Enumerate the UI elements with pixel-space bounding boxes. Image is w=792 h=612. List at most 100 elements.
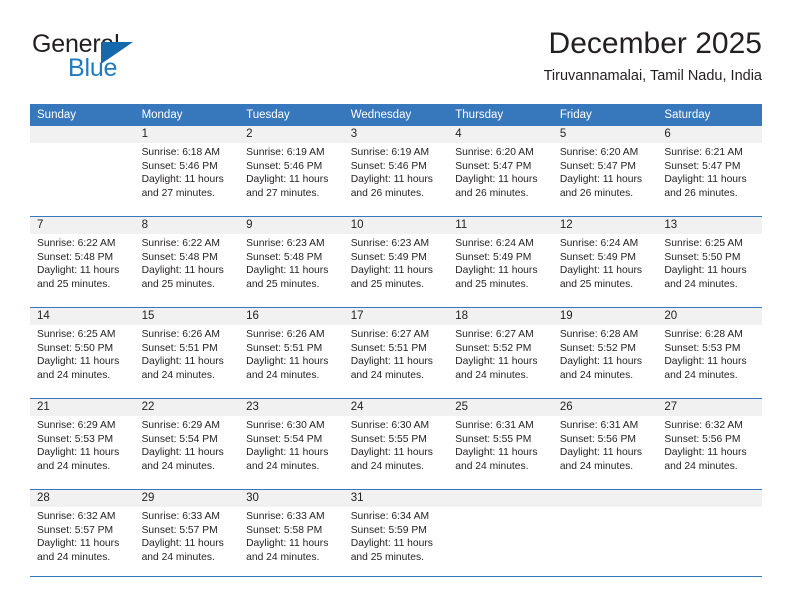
calendar-day-cell[interactable]: 13 Sunrise: 6:25 AM Sunset: 5:50 PM Dayligh… bbox=[657, 216, 762, 308]
day-cell-inner: 13 Sunrise: 6:25 AM Sunset: 5:50 PM Dayligh… bbox=[657, 217, 762, 307]
daylight-text-line2: and 24 minutes. bbox=[350, 369, 424, 381]
day-detail-lines: Sunrise: 6:28 AM Sunset: 5:53 PM Daylight:… bbox=[657, 325, 762, 382]
day-cell-inner: 14 Sunrise: 6:25 AM Sunset: 5:50 PM Dayligh… bbox=[30, 308, 135, 398]
daylight-text-line2: and 24 minutes. bbox=[350, 460, 424, 472]
calendar-day-cell[interactable]: 5 Sunrise: 6:20 AM Sunset: 5:47 PM Daylight… bbox=[552, 126, 658, 217]
daylight-text-line1: Daylight: 11 hours bbox=[455, 356, 538, 368]
day-detail-lines: Sunrise: 6:22 AM Sunset: 5:48 PM Daylight:… bbox=[135, 234, 240, 291]
sunrise-text: Sunrise: 6:24 AM bbox=[559, 238, 639, 249]
day-number bbox=[552, 490, 658, 507]
daylight-text-line2: and 24 minutes. bbox=[141, 460, 215, 472]
day-number: 14 bbox=[30, 308, 135, 325]
calendar-body: 1 Sunrise: 6:18 AM Sunset: 5:46 PM Daylight… bbox=[30, 126, 762, 580]
day-detail-lines bbox=[30, 143, 135, 146]
day-number: 11 bbox=[448, 217, 553, 234]
calendar-day-cell[interactable]: 10 Sunrise: 6:23 AM Sunset: 5:49 PM Dayligh… bbox=[343, 216, 449, 308]
sunset-text: Sunset: 5:59 PM bbox=[350, 524, 427, 536]
day-detail-lines bbox=[553, 507, 658, 510]
calendar-day-cell[interactable]: 17 Sunrise: 6:27 AM Sunset: 5:51 PM Dayligh… bbox=[343, 307, 449, 399]
daylight-text-line2: and 24 minutes. bbox=[664, 278, 738, 290]
sunset-text: Sunset: 5:49 PM bbox=[455, 251, 532, 263]
sunset-text: Sunset: 5:53 PM bbox=[664, 342, 741, 354]
day-cell-inner: 27 Sunrise: 6:32 AM Sunset: 5:56 PM Dayligh… bbox=[657, 399, 762, 489]
day-number: 16 bbox=[239, 308, 344, 325]
daylight-text-line1: Daylight: 11 hours bbox=[559, 356, 643, 368]
calendar-week-row: 28 Sunrise: 6:32 AM Sunset: 5:57 PM Dayligh… bbox=[30, 489, 762, 580]
calendar-day-cell[interactable]: 15 Sunrise: 6:26 AM Sunset: 5:51 PM Dayligh… bbox=[134, 307, 240, 399]
daylight-text-line1: Daylight: 11 hours bbox=[559, 174, 643, 186]
day-cell-inner: 23 Sunrise: 6:30 AM Sunset: 5:54 PM Dayligh… bbox=[239, 399, 344, 489]
calendar-day-cell[interactable]: 11 Sunrise: 6:24 AM Sunset: 5:49 PM Dayligh… bbox=[448, 216, 553, 308]
calendar-day-cell-empty bbox=[657, 489, 762, 580]
sunrise-text: Sunrise: 6:20 AM bbox=[559, 147, 639, 158]
calendar-day-cell[interactable]: 8 Sunrise: 6:22 AM Sunset: 5:48 PM Daylight… bbox=[134, 216, 240, 308]
sunrise-text: Sunrise: 6:19 AM bbox=[350, 147, 430, 158]
calendar-day-cell[interactable]: 23 Sunrise: 6:30 AM Sunset: 5:54 PM Dayligh… bbox=[239, 398, 344, 490]
calendar-day-cell[interactable]: 25 Sunrise: 6:31 AM Sunset: 5:55 PM Dayligh… bbox=[448, 398, 553, 490]
calendar-day-cell[interactable]: 26 Sunrise: 6:31 AM Sunset: 5:56 PM Dayligh… bbox=[552, 398, 658, 490]
day-cell-inner bbox=[552, 490, 658, 580]
calendar-day-cell[interactable]: 16 Sunrise: 6:26 AM Sunset: 5:51 PM Dayligh… bbox=[239, 307, 344, 399]
daylight-text-line2: and 24 minutes. bbox=[664, 460, 738, 472]
sunrise-text: Sunrise: 6:33 AM bbox=[141, 511, 220, 522]
calendar-day-cell[interactable]: 20 Sunrise: 6:28 AM Sunset: 5:53 PM Dayligh… bbox=[657, 307, 762, 399]
calendar-day-cell[interactable]: 6 Sunrise: 6:21 AM Sunset: 5:47 PM Daylight… bbox=[657, 126, 762, 217]
day-cell-inner: 30 Sunrise: 6:33 AM Sunset: 5:58 PM Dayligh… bbox=[239, 490, 344, 580]
daylight-text-line2: and 27 minutes. bbox=[246, 187, 320, 199]
calendar-day-cell[interactable]: 9 Sunrise: 6:23 AM Sunset: 5:48 PM Daylight… bbox=[239, 216, 344, 308]
sunrise-text: Sunrise: 6:29 AM bbox=[141, 420, 220, 431]
calendar-day-cell[interactable]: 29 Sunrise: 6:33 AM Sunset: 5:57 PM Dayligh… bbox=[134, 489, 240, 580]
day-number: 4 bbox=[448, 126, 553, 143]
daylight-text-line1: Daylight: 11 hours bbox=[664, 174, 747, 186]
daylight-text-line1: Daylight: 11 hours bbox=[246, 447, 329, 459]
day-detail-lines: Sunrise: 6:18 AM Sunset: 5:46 PM Daylight:… bbox=[135, 143, 240, 200]
calendar-day-cell[interactable]: 12 Sunrise: 6:24 AM Sunset: 5:49 PM Dayligh… bbox=[552, 216, 658, 308]
general-blue-logo[interactable]: General Blue bbox=[32, 30, 192, 86]
calendar-day-cell[interactable]: 21 Sunrise: 6:29 AM Sunset: 5:53 PM Dayligh… bbox=[30, 398, 135, 490]
weekday-header-sunday: Sunday bbox=[30, 104, 135, 126]
day-cell-inner: 16 Sunrise: 6:26 AM Sunset: 5:51 PM Dayligh… bbox=[239, 308, 344, 398]
calendar-day-cell[interactable]: 14 Sunrise: 6:25 AM Sunset: 5:50 PM Dayligh… bbox=[30, 307, 135, 399]
sunrise-text: Sunrise: 6:21 AM bbox=[664, 147, 743, 158]
calendar-day-cell[interactable]: 19 Sunrise: 6:28 AM Sunset: 5:52 PM Dayligh… bbox=[552, 307, 658, 399]
day-detail-lines bbox=[657, 507, 762, 510]
daylight-text-line2: and 24 minutes. bbox=[246, 460, 320, 472]
daylight-text-line2: and 25 minutes. bbox=[455, 278, 529, 290]
calendar-day-cell[interactable]: 24 Sunrise: 6:30 AM Sunset: 5:55 PM Dayligh… bbox=[343, 398, 449, 490]
calendar-week-row: 1 Sunrise: 6:18 AM Sunset: 5:46 PM Daylight… bbox=[30, 126, 762, 217]
calendar-day-cell[interactable]: 28 Sunrise: 6:32 AM Sunset: 5:57 PM Dayligh… bbox=[30, 489, 135, 580]
sunrise-text: Sunrise: 6:29 AM bbox=[37, 420, 116, 431]
day-number: 8 bbox=[134, 217, 240, 234]
calendar-day-cell[interactable]: 2 Sunrise: 6:19 AM Sunset: 5:46 PM Daylight… bbox=[239, 126, 344, 217]
day-detail-lines: Sunrise: 6:30 AM Sunset: 5:54 PM Daylight:… bbox=[239, 416, 344, 473]
day-detail-lines: Sunrise: 6:23 AM Sunset: 5:49 PM Daylight:… bbox=[344, 234, 449, 291]
calendar-day-cell[interactable]: 1 Sunrise: 6:18 AM Sunset: 5:46 PM Daylight… bbox=[134, 126, 240, 217]
calendar-day-cell[interactable]: 18 Sunrise: 6:27 AM Sunset: 5:52 PM Dayligh… bbox=[448, 307, 553, 399]
day-detail-lines: Sunrise: 6:31 AM Sunset: 5:56 PM Daylight:… bbox=[553, 416, 658, 473]
day-number: 1 bbox=[134, 126, 240, 143]
calendar-day-cell[interactable]: 3 Sunrise: 6:19 AM Sunset: 5:46 PM Daylight… bbox=[343, 126, 449, 217]
sunset-text: Sunset: 5:48 PM bbox=[141, 251, 218, 263]
daylight-text-line1: Daylight: 11 hours bbox=[141, 356, 224, 368]
day-detail-lines: Sunrise: 6:26 AM Sunset: 5:51 PM Daylight:… bbox=[239, 325, 344, 382]
day-cell-inner: 22 Sunrise: 6:29 AM Sunset: 5:54 PM Dayligh… bbox=[134, 399, 240, 489]
day-cell-inner: 31 Sunrise: 6:34 AM Sunset: 5:59 PM Dayligh… bbox=[343, 490, 449, 580]
calendar-day-cell[interactable]: 30 Sunrise: 6:33 AM Sunset: 5:58 PM Dayligh… bbox=[239, 489, 344, 580]
sunset-text: Sunset: 5:57 PM bbox=[37, 524, 114, 536]
day-detail-lines: Sunrise: 6:21 AM Sunset: 5:47 PM Daylight:… bbox=[657, 143, 762, 200]
calendar-day-cell[interactable]: 7 Sunrise: 6:22 AM Sunset: 5:48 PM Daylight… bbox=[30, 216, 135, 308]
weekday-header-tuesday: Tuesday bbox=[239, 104, 344, 126]
calendar-day-cell[interactable]: 22 Sunrise: 6:29 AM Sunset: 5:54 PM Dayligh… bbox=[134, 398, 240, 490]
daylight-text-line1: Daylight: 11 hours bbox=[141, 174, 224, 186]
day-cell-inner bbox=[657, 490, 762, 580]
day-cell-inner: 10 Sunrise: 6:23 AM Sunset: 5:49 PM Dayligh… bbox=[343, 217, 449, 307]
day-cell-inner: 17 Sunrise: 6:27 AM Sunset: 5:51 PM Dayligh… bbox=[343, 308, 449, 398]
calendar-day-cell[interactable]: 27 Sunrise: 6:32 AM Sunset: 5:56 PM Dayligh… bbox=[657, 398, 762, 490]
daylight-text-line1: Daylight: 11 hours bbox=[37, 447, 120, 459]
sunset-text: Sunset: 5:53 PM bbox=[37, 433, 114, 445]
calendar-day-cell[interactable]: 4 Sunrise: 6:20 AM Sunset: 5:47 PM Daylight… bbox=[448, 126, 553, 217]
day-number: 30 bbox=[239, 490, 344, 507]
day-detail-lines: Sunrise: 6:28 AM Sunset: 5:52 PM Daylight:… bbox=[553, 325, 658, 382]
calendar-day-cell[interactable]: 31 Sunrise: 6:34 AM Sunset: 5:59 PM Dayligh… bbox=[343, 489, 449, 580]
day-number: 9 bbox=[239, 217, 344, 234]
